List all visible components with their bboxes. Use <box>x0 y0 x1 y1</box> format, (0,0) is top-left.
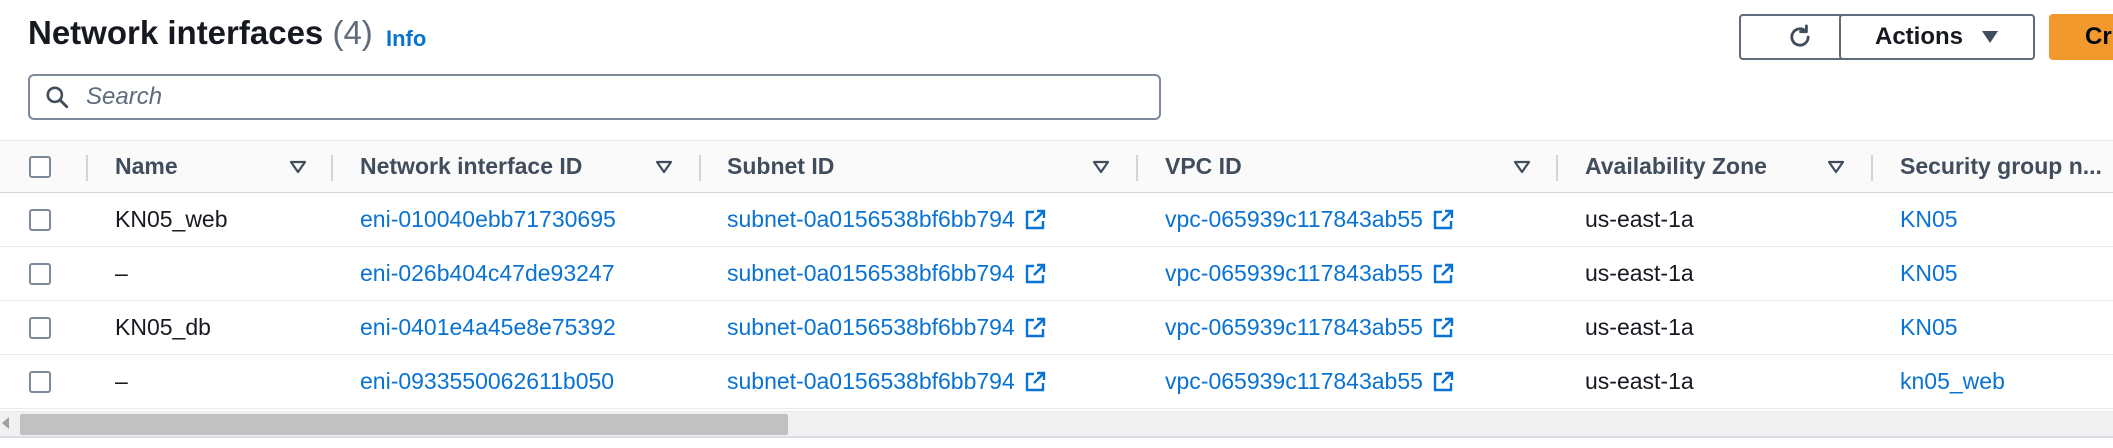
table-row[interactable]: – eni-0933550062611b050 subnet-0a0156538… <box>0 355 2113 409</box>
subnet-link[interactable]: subnet-0a0156538bf6bb794 <box>727 314 1015 341</box>
row-checkbox[interactable] <box>29 208 51 231</box>
row-checkbox[interactable] <box>29 370 51 393</box>
create-label: Cr <box>2085 23 2112 50</box>
column-divider[interactable] <box>1871 155 1873 181</box>
actions-label: Actions <box>1874 23 1963 50</box>
vpc-link[interactable]: vpc-065939c117843ab55 <box>1165 314 1423 341</box>
sort-icon[interactable] <box>289 141 307 192</box>
create-network-interface-button[interactable]: Cr <box>2049 14 2113 60</box>
caret-down-icon <box>1982 31 1998 43</box>
row-select-cell <box>29 355 51 408</box>
subnet-cell: subnet-0a0156538bf6bb794 <box>727 355 1047 408</box>
vpc-cell: vpc-065939c117843ab55 <box>1165 301 1455 354</box>
subnet-cell: subnet-0a0156538bf6bb794 <box>727 301 1047 354</box>
column-divider[interactable] <box>331 155 333 181</box>
subnet-link[interactable]: subnet-0a0156538bf6bb794 <box>727 260 1015 287</box>
search-icon <box>44 84 70 110</box>
az-cell: us-east-1a <box>1585 206 1694 232</box>
search-bar[interactable] <box>28 74 1161 120</box>
page-header: Network interfaces (4) Info Actions Cr <box>0 0 2113 140</box>
name-cell: KN05_web <box>115 206 228 232</box>
external-link-icon[interactable] <box>1431 316 1455 340</box>
vpc-cell: vpc-065939c117843ab55 <box>1165 247 1455 300</box>
eni-link[interactable]: eni-0933550062611b050 <box>360 355 614 408</box>
eni-link[interactable]: eni-0401e4a45e8e75392 <box>360 301 616 354</box>
table-row[interactable]: KN05_web eni-010040ebb71730695 subnet-0a… <box>0 193 2113 247</box>
sort-icon[interactable] <box>1092 141 1110 192</box>
row-checkbox[interactable] <box>29 316 51 339</box>
sort-icon[interactable] <box>1513 141 1531 192</box>
select-all-checkbox[interactable] <box>29 155 51 178</box>
az-cell: us-east-1a <box>1585 314 1694 340</box>
external-link-icon[interactable] <box>1023 262 1047 286</box>
table-header: Name Network interface ID Subnet ID VPC … <box>0 140 2113 193</box>
subnet-cell: subnet-0a0156538bf6bb794 <box>727 247 1047 300</box>
column-header-name[interactable]: Name <box>115 141 178 192</box>
scrollbar-thumb[interactable] <box>20 414 788 435</box>
horizontal-scrollbar[interactable] <box>0 411 2113 437</box>
page-title: Network interfaces (4) <box>28 14 373 52</box>
row-select-cell <box>29 193 51 246</box>
search-input[interactable] <box>84 82 1128 112</box>
external-link-icon[interactable] <box>1023 370 1047 394</box>
external-link-icon[interactable] <box>1431 262 1455 286</box>
title-text: Network interfaces <box>28 14 324 51</box>
name-cell: – <box>115 260 128 286</box>
column-divider[interactable] <box>1556 155 1558 181</box>
az-cell: us-east-1a <box>1585 368 1694 394</box>
external-link-icon[interactable] <box>1431 208 1455 232</box>
select-all-cell <box>29 141 51 192</box>
column-header-security-group[interactable]: Security group n... <box>1900 141 2102 192</box>
security-group-link[interactable]: kn05_web <box>1900 368 2005 395</box>
eni-id[interactable]: eni-010040ebb71730695 <box>360 206 616 233</box>
vpc-cell: vpc-065939c117843ab55 <box>1165 355 1455 408</box>
column-header-subnet[interactable]: Subnet ID <box>727 141 834 192</box>
table-row[interactable]: – eni-026b404c47de93247 subnet-0a0156538… <box>0 247 2113 301</box>
sort-icon[interactable] <box>655 141 673 192</box>
security-group-link[interactable]: KN05 <box>1900 314 1958 341</box>
eni-id[interactable]: eni-026b404c47de93247 <box>360 260 615 287</box>
sg-cell: KN05 <box>1900 193 1958 246</box>
page-bottom-divider <box>0 436 2113 448</box>
row-checkbox[interactable] <box>29 262 51 285</box>
info-link[interactable]: Info <box>386 26 426 52</box>
sg-cell: kn05_web <box>1900 355 2005 408</box>
security-group-link[interactable]: KN05 <box>1900 260 1958 287</box>
subnet-link[interactable]: subnet-0a0156538bf6bb794 <box>727 206 1015 233</box>
subnet-cell: subnet-0a0156538bf6bb794 <box>727 193 1047 246</box>
name-cell: KN05_db <box>115 314 211 340</box>
external-link-icon[interactable] <box>1023 316 1047 340</box>
name-cell: – <box>115 368 128 394</box>
vpc-link[interactable]: vpc-065939c117843ab55 <box>1165 206 1423 233</box>
refresh-icon <box>1790 24 1810 47</box>
sg-cell: KN05 <box>1900 301 1958 354</box>
vpc-cell: vpc-065939c117843ab55 <box>1165 193 1455 246</box>
external-link-icon[interactable] <box>1431 370 1455 394</box>
column-divider[interactable] <box>699 155 701 181</box>
row-select-cell <box>29 301 51 354</box>
subnet-link[interactable]: subnet-0a0156538bf6bb794 <box>727 368 1015 395</box>
column-divider[interactable] <box>86 155 88 181</box>
row-select-cell <box>29 247 51 300</box>
eni-id[interactable]: eni-0933550062611b050 <box>360 368 614 395</box>
az-cell: us-east-1a <box>1585 260 1694 286</box>
column-header-az[interactable]: Availability Zone <box>1585 141 1767 192</box>
security-group-link[interactable]: KN05 <box>1900 206 1958 233</box>
sort-icon[interactable] <box>1827 141 1845 192</box>
scroll-left-arrow-icon[interactable] <box>2 417 9 429</box>
column-header-eni[interactable]: Network interface ID <box>360 141 582 192</box>
column-header-vpc[interactable]: VPC ID <box>1165 141 1242 192</box>
table-row[interactable]: KN05_db eni-0401e4a45e8e75392 subnet-0a0… <box>0 301 2113 355</box>
interface-count: (4) <box>332 14 373 51</box>
column-divider[interactable] <box>1136 155 1138 181</box>
sg-cell: KN05 <box>1900 247 1958 300</box>
eni-link[interactable]: eni-010040ebb71730695 <box>360 193 616 246</box>
eni-link[interactable]: eni-026b404c47de93247 <box>360 247 615 300</box>
vpc-link[interactable]: vpc-065939c117843ab55 <box>1165 368 1423 395</box>
actions-button[interactable]: Actions <box>1839 14 2035 60</box>
eni-id[interactable]: eni-0401e4a45e8e75392 <box>360 314 616 341</box>
external-link-icon[interactable] <box>1023 208 1047 232</box>
vpc-link[interactable]: vpc-065939c117843ab55 <box>1165 260 1423 287</box>
